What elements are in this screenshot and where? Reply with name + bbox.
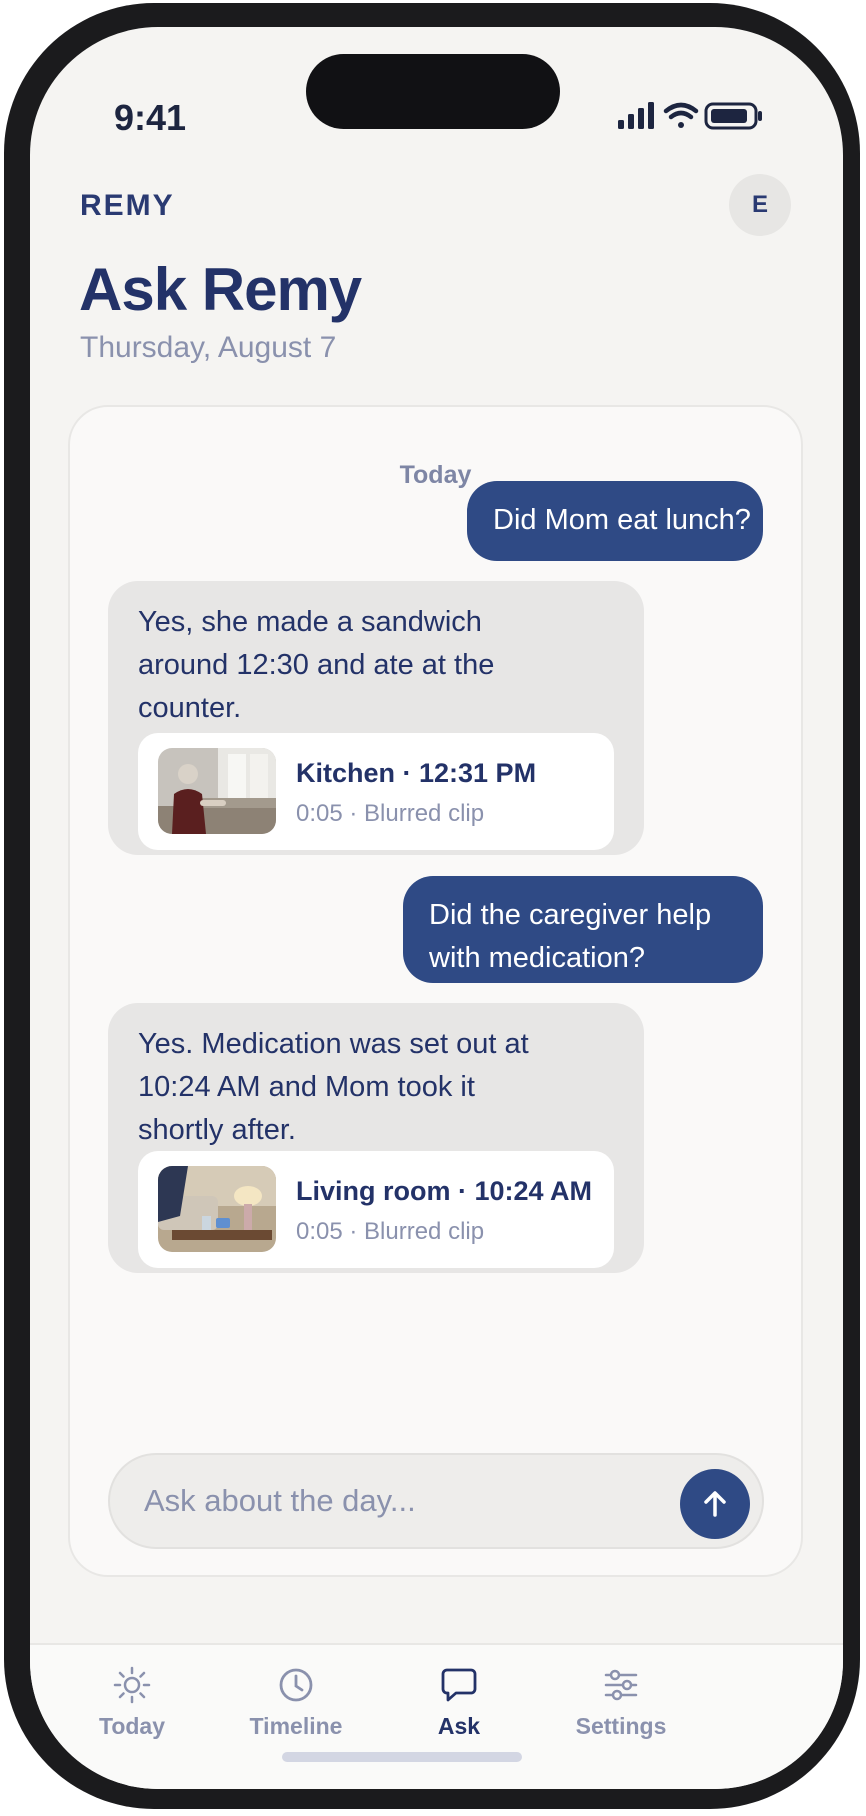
ask-input[interactable] bbox=[144, 1475, 664, 1527]
sliders-icon bbox=[604, 1669, 638, 1701]
avatar[interactable]: E bbox=[729, 174, 791, 236]
assistant-message-text: Yes, she made a sandwich around 12:30 an… bbox=[138, 606, 495, 724]
chat-bubble-icon bbox=[441, 1668, 477, 1702]
battery-icon bbox=[704, 102, 762, 130]
tab-label: Ask bbox=[437, 1713, 481, 1739]
video-clip-card[interactable]: Living room · 10:24 AM 0:05 · Blurred cl… bbox=[138, 1151, 614, 1268]
status-time: 9:41 bbox=[114, 97, 187, 138]
page-date: Thursday, August 7 bbox=[80, 331, 337, 364]
brand-wordmark: REMY bbox=[80, 189, 175, 222]
user-message-text: Did Mom eat lunch? bbox=[493, 504, 751, 536]
tab-label: Settings bbox=[575, 1713, 667, 1739]
clip-subtitle: 0:05 · Blurred clip bbox=[296, 800, 485, 827]
dynamic-island bbox=[306, 54, 560, 129]
tab-bar: Today Timeline Ask Settings bbox=[30, 1643, 843, 1789]
phone-frame: 9:41 REMY E Ask Remy Thursday, August 7 … bbox=[0, 0, 866, 1816]
app-screen: 9:41 REMY E Ask Remy Thursday, August 7 … bbox=[30, 27, 843, 1789]
user-message-text: Did the caregiver help with medication? bbox=[429, 899, 712, 974]
message-composer bbox=[108, 1453, 764, 1549]
video-clip-card[interactable]: Kitchen · 12:31 PM 0:05 · Blurred clip bbox=[138, 733, 614, 850]
tab-timeline[interactable]: Timeline bbox=[216, 1665, 376, 1755]
phone-bezel: 9:41 REMY E Ask Remy Thursday, August 7 … bbox=[4, 3, 860, 1809]
assistant-message-text: Yes. Medication was set out at 10:24 AM … bbox=[138, 1028, 529, 1146]
status-icons bbox=[618, 102, 762, 130]
clock-icon bbox=[279, 1668, 313, 1702]
chat-card: Today Did Mom eat lunch? Yes, she made a… bbox=[68, 405, 803, 1577]
wifi-icon bbox=[663, 102, 699, 128]
assistant-message: Yes, she made a sandwich around 12:30 an… bbox=[108, 581, 644, 855]
clip-title: Kitchen · 12:31 PM bbox=[296, 758, 537, 788]
tab-label: Today bbox=[98, 1713, 166, 1739]
page-title: Ask Remy bbox=[79, 256, 362, 323]
tab-label: Timeline bbox=[249, 1713, 343, 1739]
clip-title: Living room · 10:24 AM bbox=[296, 1176, 593, 1206]
sun-icon bbox=[113, 1666, 151, 1704]
tab-settings[interactable]: Settings bbox=[541, 1665, 701, 1755]
kitchen-thumbnail-image bbox=[158, 748, 276, 834]
arrow-up-icon bbox=[704, 1491, 726, 1517]
send-button[interactable] bbox=[680, 1469, 750, 1539]
clip-thumbnail bbox=[158, 1166, 276, 1252]
tab-ask[interactable]: Ask bbox=[379, 1665, 539, 1755]
clip-thumbnail bbox=[158, 748, 276, 834]
clip-subtitle: 0:05 · Blurred clip bbox=[296, 1218, 485, 1245]
home-indicator[interactable] bbox=[282, 1752, 522, 1762]
assistant-message: Yes. Medication was set out at 10:24 AM … bbox=[108, 1003, 644, 1273]
user-message: Did the caregiver help with medication? bbox=[403, 876, 763, 983]
cellular-signal-icon bbox=[618, 102, 654, 129]
living-room-thumbnail-image bbox=[158, 1166, 276, 1252]
tab-today[interactable]: Today bbox=[52, 1665, 212, 1755]
user-message: Did Mom eat lunch? bbox=[467, 481, 763, 561]
